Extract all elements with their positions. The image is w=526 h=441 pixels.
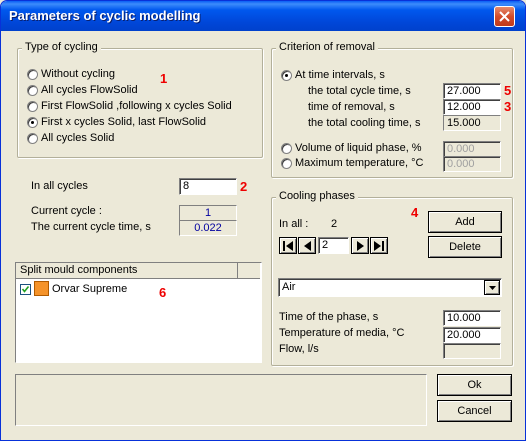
option-label: All cycles FlowSolid: [41, 84, 138, 96]
title-bar[interactable]: Parameters of cyclic modelling: [1, 1, 525, 31]
next-phase-button[interactable]: [351, 237, 369, 254]
radio-all-flowsolid[interactable]: [27, 85, 38, 96]
radio-volume-liquid[interactable]: [281, 143, 292, 154]
marker-5: 5: [504, 83, 512, 98]
in-all-cycles-label: In all cycles: [31, 180, 88, 192]
media-temp-input[interactable]: 20.000: [443, 327, 501, 343]
media-temp-label: Temperature of media, °C: [279, 327, 405, 339]
volume-input[interactable]: 0.000: [443, 141, 501, 157]
total-cycle-input[interactable]: 27.000: [443, 83, 501, 99]
delete-phase-button[interactable]: Delete: [428, 236, 502, 258]
cooling-time-label: the total cooling time, s: [308, 117, 421, 129]
current-time-label: The current cycle time, s: [31, 221, 151, 233]
checkbox-orvar-supreme[interactable]: [20, 284, 31, 295]
option-label: First x cycles Solid, last FlowSolid: [41, 116, 207, 128]
list-item-label[interactable]: Orvar Supreme: [52, 283, 127, 295]
cancel-button[interactable]: Cancel: [437, 400, 512, 422]
type-of-cycling-label: Type of cycling: [22, 41, 101, 53]
close-button[interactable]: [494, 6, 515, 27]
max-temp-input[interactable]: 0.000: [443, 156, 501, 172]
removal-time-input[interactable]: 12.000: [443, 99, 501, 115]
marker-4: 4: [411, 205, 419, 220]
medium-select[interactable]: Air: [278, 278, 502, 297]
material-color-swatch: [34, 281, 49, 296]
marker-1: 1: [160, 71, 168, 86]
message-area: [15, 374, 427, 426]
radio-without-cycling[interactable]: [27, 69, 38, 80]
total-cycle-label: the total cycle time, s: [308, 85, 411, 97]
option-label: All cycles Solid: [41, 132, 115, 144]
prev-icon: [304, 241, 311, 251]
checkmark-icon: [21, 286, 30, 293]
close-icon: [499, 11, 510, 22]
in-all-cycles-input[interactable]: 8: [179, 178, 237, 195]
current-time-value: 0.022: [179, 220, 237, 236]
phases-count: 2: [331, 218, 338, 230]
chevron-down-icon: [489, 286, 496, 290]
cooling-time-value: 15.000: [443, 115, 501, 131]
radio-max-temperature[interactable]: [281, 158, 292, 169]
skip-first-icon: [283, 241, 293, 251]
add-phase-button[interactable]: Add: [428, 211, 502, 233]
option-label: First FlowSolid ,following x cycles Soli…: [41, 100, 232, 112]
current-cycle-label: Current cycle :: [31, 205, 102, 217]
last-phase-button[interactable]: [370, 237, 388, 254]
current-cycle-value: 1: [179, 205, 237, 221]
first-phase-button[interactable]: [279, 237, 297, 254]
radio-all-solid[interactable]: [27, 133, 38, 144]
marker-3: 3: [504, 99, 512, 114]
option-label: Without cycling: [41, 68, 115, 80]
flow-label: Flow, l/s: [279, 343, 319, 355]
volume-label: Volume of liquid phase, %: [295, 142, 422, 154]
medium-dropdown-button[interactable]: [484, 280, 500, 295]
max-temp-label: Maximum temperature, °C: [295, 157, 424, 169]
phases-in-all-label: In all :: [279, 218, 309, 230]
list-header-label: Split mould components: [20, 264, 138, 276]
criterion-of-removal-label: Criterion of removal: [276, 41, 378, 53]
cooling-phases-label: Cooling phases: [276, 190, 358, 202]
medium-value: Air: [282, 281, 296, 293]
column-divider: [237, 263, 238, 278]
phase-time-input[interactable]: 10.000: [443, 310, 501, 326]
ok-button[interactable]: Ok: [437, 374, 512, 396]
phase-index-input[interactable]: 2: [318, 237, 349, 254]
radio-first-flowsolid[interactable]: [27, 101, 38, 112]
skip-last-icon: [374, 241, 384, 251]
marker-2: 2: [240, 179, 248, 194]
at-time-label: At time intervals, s: [295, 69, 385, 81]
radio-first-x-solid[interactable]: [27, 117, 38, 128]
dialog-window: Parameters of cyclic modelling Type of c…: [0, 0, 526, 441]
next-icon: [357, 241, 364, 251]
marker-6: 6: [159, 285, 167, 300]
list-header: Split mould components: [16, 263, 260, 279]
flow-input[interactable]: [443, 343, 501, 359]
radio-at-time-intervals[interactable]: [281, 70, 292, 81]
previous-phase-button[interactable]: [298, 237, 316, 254]
window-title: Parameters of cyclic modelling: [9, 8, 201, 23]
removal-time-label: time of removal, s: [308, 101, 395, 113]
phase-time-label: Time of the phase, s: [279, 311, 379, 323]
